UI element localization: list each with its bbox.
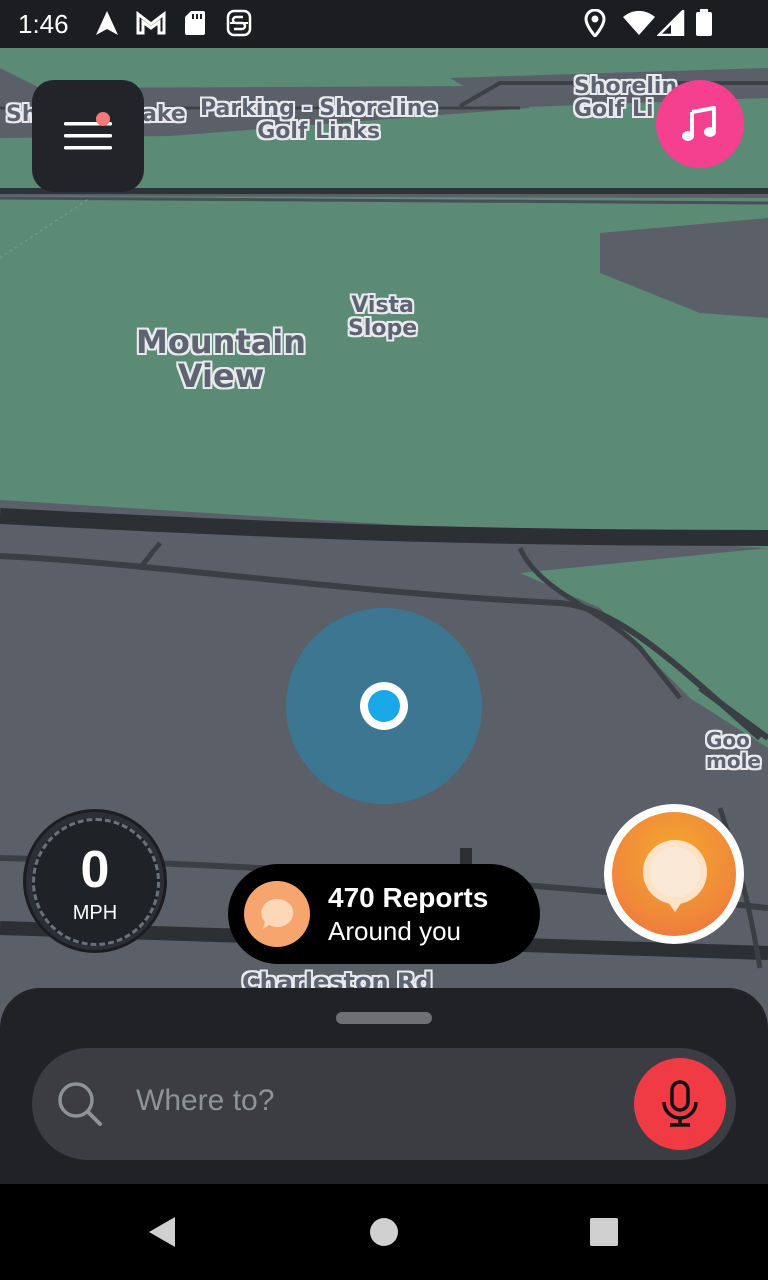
gmail-icon [136,8,166,38]
recents-button[interactable] [584,1212,624,1252]
search-input[interactable]: Where to? [136,1084,274,1118]
map-label-google-fragment: Goo mole [706,728,761,773]
speed-value: 0 [80,841,110,899]
report-bubble-icon [244,881,310,947]
search-icon [58,1082,102,1126]
report-button[interactable] [604,804,744,944]
home-icon [370,1218,398,1246]
recents-icon [590,1218,618,1246]
current-location-marker [360,682,408,730]
sheet-drag-handle[interactable] [336,1012,432,1024]
wifi-icon [622,8,656,38]
map-label-parking: Parking - Shoreline Golf Links [200,96,438,145]
report-button-fill [612,812,736,936]
location-pin-icon [580,8,610,38]
system-nav-bar [0,1184,768,1280]
signal-icon [656,8,686,38]
bottom-sheet[interactable]: Where to? [0,988,768,1184]
back-icon [149,1217,175,1247]
app-s-icon [224,8,254,38]
report-pin-icon [643,840,707,912]
speedometer: 0 MPH [26,812,164,950]
battery-icon [692,8,716,38]
map-label-lake: ake [142,102,186,127]
voice-search-button[interactable] [634,1058,726,1150]
notification-dot [96,112,110,126]
speed-unit: MPH [72,902,118,924]
navigation-arrow-icon [92,8,122,38]
search-bar[interactable]: Where to? [32,1048,736,1160]
music-button[interactable] [656,80,744,168]
reports-around-you-button[interactable]: 470 Reports Around you [228,864,540,964]
current-location-dot [368,690,400,722]
map-label-mountain-view: Mountain View [136,323,307,395]
home-button[interactable] [364,1212,404,1252]
menu-button[interactable] [32,80,144,192]
status-bar: 1:46 [0,0,768,48]
map-label-vista-slope: Vista Slope [348,293,418,342]
reports-subtitle: Around you [328,916,461,946]
microphone-icon [662,1080,698,1127]
sd-card-icon [180,8,210,38]
reports-count: 470 Reports [328,882,489,913]
back-button[interactable] [142,1212,182,1252]
music-note-icon [682,106,716,141]
status-time: 1:46 [18,9,69,39]
